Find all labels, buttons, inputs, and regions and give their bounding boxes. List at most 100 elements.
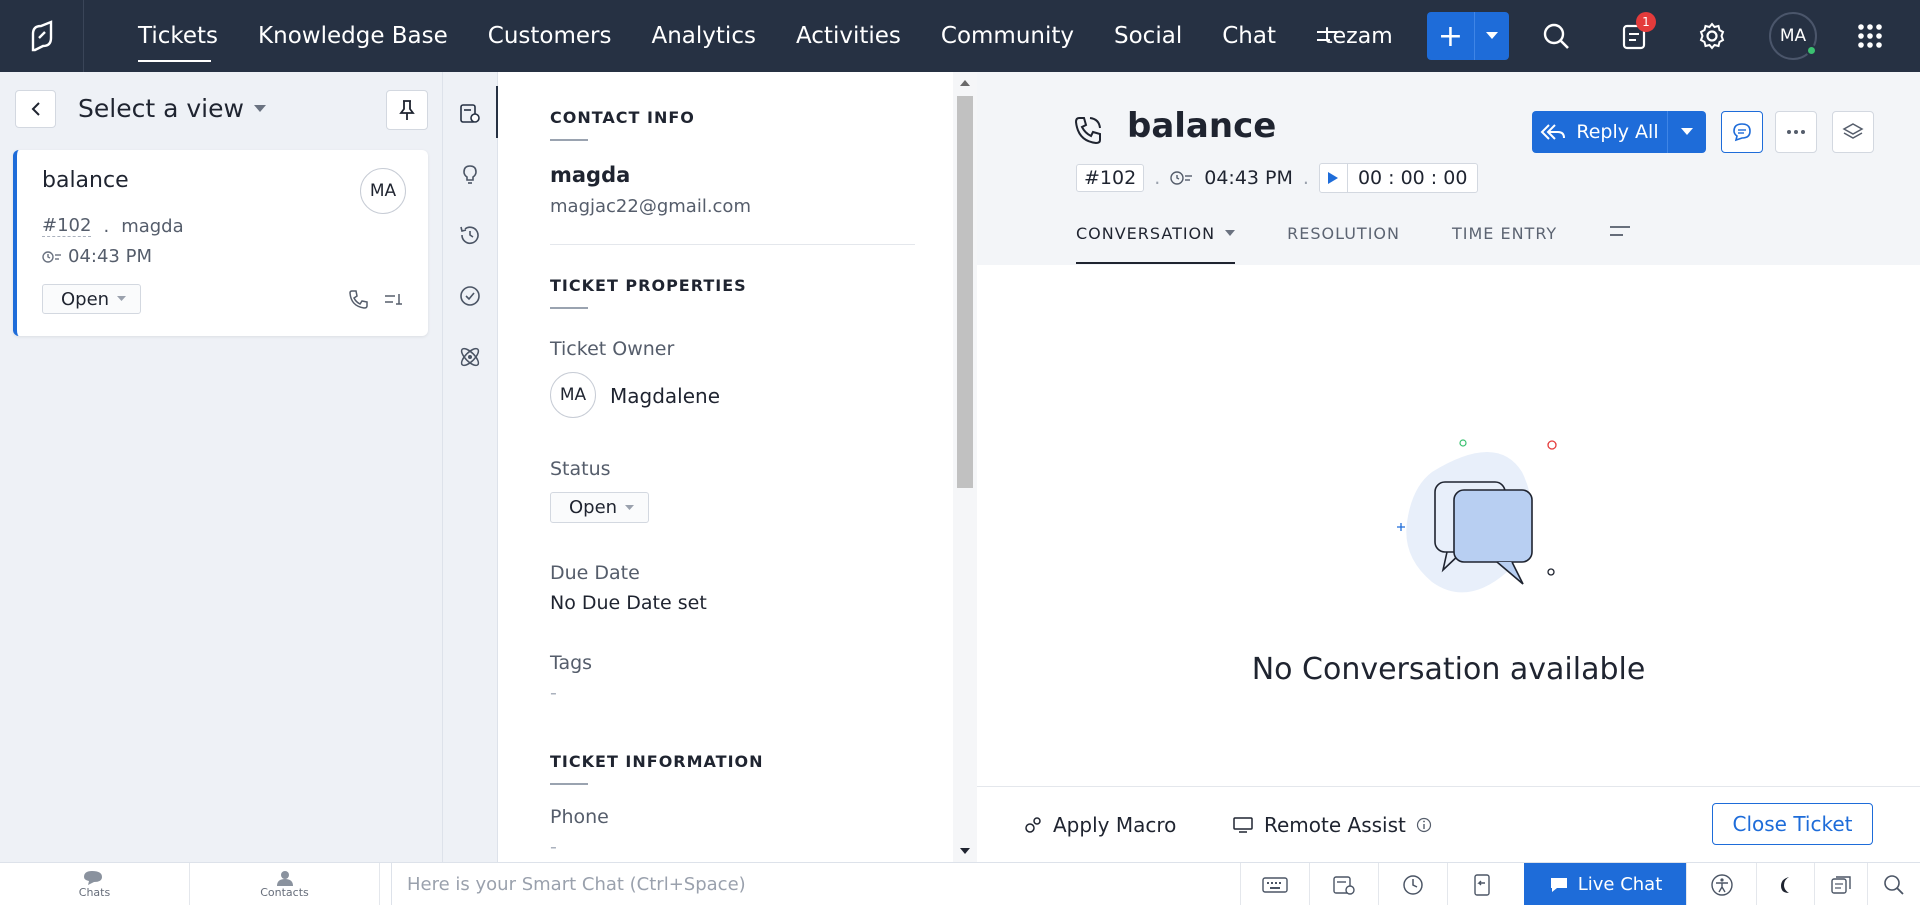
ticket-card-avatar: MA xyxy=(360,168,406,214)
ticket-card-time: 04:43 PM xyxy=(42,246,152,267)
status-value: Open xyxy=(569,497,618,518)
ticket-owner-label: Ticket Owner xyxy=(550,338,675,360)
keyboard-icon[interactable] xyxy=(1240,863,1309,905)
ticket-card-icons xyxy=(347,288,405,310)
transfer-icon[interactable] xyxy=(1447,863,1516,905)
ticket-properties-icon[interactable] xyxy=(455,98,485,128)
play-icon[interactable] xyxy=(1320,164,1348,192)
pin-icon xyxy=(399,100,415,120)
apps-grid-icon[interactable] xyxy=(1852,18,1888,54)
plus-icon[interactable]: + xyxy=(1427,12,1475,60)
clock-icon[interactable] xyxy=(1378,863,1447,905)
ticket-card-number[interactable]: #102 xyxy=(42,215,92,237)
chevron-down-icon[interactable] xyxy=(1668,111,1706,153)
nav-knowledge-base[interactable]: Knowledge Base xyxy=(238,0,468,72)
nav-activities[interactable]: Activities xyxy=(776,0,921,72)
ticket-card-status-dropdown[interactable]: Open xyxy=(42,284,142,314)
close-ticket-button[interactable]: Close Ticket xyxy=(1712,803,1873,845)
task-board-icon[interactable] xyxy=(1309,863,1378,905)
phone-label: Phone xyxy=(550,806,609,828)
tab-resolution[interactable]: RESOLUTION xyxy=(1287,224,1452,264)
comment-icon xyxy=(1733,123,1751,142)
macro-gear-icon xyxy=(1025,817,1041,833)
ticket-card[interactable]: balance MA #102 . magda 04:43 PM Open xyxy=(13,150,428,336)
nav-social[interactable]: Social xyxy=(1094,0,1202,72)
ticket-timer[interactable]: 00 : 00 : 00 xyxy=(1318,163,1479,193)
more-horizontal-icon xyxy=(1787,130,1805,134)
chevron-down-icon xyxy=(1225,230,1236,236)
tab-conversation[interactable]: CONVERSATION xyxy=(1076,224,1287,264)
contact-name[interactable]: magda xyxy=(550,163,630,187)
chevron-down-icon[interactable] xyxy=(1475,12,1509,60)
nav-tickets[interactable]: Tickets xyxy=(111,0,238,72)
main-nav: Tickets Knowledge Base Customers Analyti… xyxy=(84,0,1358,72)
ticket-owner-value[interactable]: Magdalene xyxy=(610,384,720,408)
contact-email[interactable]: magjac22@gmail.com xyxy=(550,196,751,217)
reply-all-icon xyxy=(1540,124,1566,140)
footer-bar: Chats Contacts Here is your Smart Chat (… xyxy=(0,862,1920,905)
remote-assist-button[interactable]: Remote Assist xyxy=(1232,813,1432,837)
comment-button[interactable] xyxy=(1721,111,1763,153)
top-navigation-bar: Tickets Knowledge Base Customers Analyti… xyxy=(0,0,1920,72)
back-button[interactable] xyxy=(15,90,56,128)
ticket-properties-panel: CONTACT INFO magda magjac22@gmail.com TI… xyxy=(498,72,953,862)
history-icon[interactable] xyxy=(455,220,485,250)
app-logo-icon[interactable] xyxy=(0,0,84,72)
lightbulb-icon[interactable] xyxy=(455,159,485,189)
chevron-down-icon xyxy=(117,296,127,301)
tab-conversation-label: CONVERSATION xyxy=(1076,224,1216,243)
status-dropdown[interactable]: Open xyxy=(550,492,650,523)
scroll-up-icon xyxy=(960,80,970,86)
contact-info-header: CONTACT INFO xyxy=(550,108,695,141)
no-conversation-illustration xyxy=(1347,432,1557,611)
footer-contacts-tab[interactable]: Contacts xyxy=(190,863,380,905)
reply-all-main[interactable]: Reply All xyxy=(1532,111,1668,153)
due-date-value[interactable]: No Due Date set xyxy=(550,592,707,614)
view-selector[interactable]: Select a view xyxy=(78,94,266,123)
ticket-card-contact[interactable]: magda xyxy=(121,216,183,237)
ticket-card-meta: #102 . magda xyxy=(42,215,184,237)
workspace-switcher[interactable]: tezam xyxy=(1324,0,1393,72)
nav-analytics[interactable]: Analytics xyxy=(632,0,776,72)
smart-chat-input[interactable]: Here is your Smart Chat (Ctrl+Space) xyxy=(391,863,1234,905)
search-icon[interactable] xyxy=(1867,863,1920,905)
scrollbar-thumb[interactable] xyxy=(957,96,973,488)
tab-more-icon[interactable] xyxy=(1609,224,1683,264)
nav-customers[interactable]: Customers xyxy=(468,0,632,72)
info-icon xyxy=(1416,817,1431,833)
properties-scrollbar[interactable] xyxy=(953,72,977,862)
ticket-tabs: CONVERSATION RESOLUTION TIME ENTRY xyxy=(1076,224,1683,264)
notes-icon[interactable] xyxy=(1814,863,1867,905)
phone-value[interactable]: - xyxy=(550,836,557,858)
dark-mode-icon[interactable] xyxy=(1756,863,1814,905)
ticket-subject[interactable]: balance xyxy=(1127,106,1276,146)
user-avatar[interactable]: MA xyxy=(1769,12,1817,60)
live-chat-button[interactable]: Live Chat xyxy=(1524,863,1686,905)
check-circle-icon[interactable] xyxy=(455,281,485,311)
apply-macro-button[interactable]: Apply Macro xyxy=(1023,813,1176,837)
tags-value[interactable]: - xyxy=(550,682,557,704)
footer-chats-tab[interactable]: Chats xyxy=(0,863,190,905)
accessibility-icon[interactable] xyxy=(1686,863,1756,905)
reply-all-button[interactable]: Reply All xyxy=(1532,111,1706,153)
new-item-button[interactable]: + xyxy=(1427,12,1509,60)
ticket-card-status-value: Open xyxy=(61,288,110,310)
search-icon[interactable] xyxy=(1538,18,1574,54)
user-initials: MA xyxy=(1779,26,1807,46)
ticket-card-subject[interactable]: balance xyxy=(42,168,129,193)
atom-icon[interactable] xyxy=(455,342,485,372)
layers-button[interactable] xyxy=(1832,111,1874,153)
gear-icon[interactable] xyxy=(1694,18,1730,54)
owner-avatar: MA xyxy=(550,372,596,418)
nav-chat[interactable]: Chat xyxy=(1202,0,1296,72)
layers-icon xyxy=(1842,123,1864,139)
more-options-button[interactable] xyxy=(1775,111,1817,153)
ticket-number[interactable]: #102 xyxy=(1076,164,1145,192)
nav-community[interactable]: Community xyxy=(921,0,1094,72)
pin-button[interactable] xyxy=(386,90,428,130)
ticket-header: balance #102 . 04:43 PM . 00 : 00 : 00 R… xyxy=(977,72,1920,265)
tags-label: Tags xyxy=(550,652,593,674)
ticket-information-header: TICKET INFORMATION xyxy=(550,752,764,785)
tab-time-entry[interactable]: TIME ENTRY xyxy=(1452,224,1609,264)
notifications-icon[interactable]: 1 xyxy=(1616,12,1656,54)
